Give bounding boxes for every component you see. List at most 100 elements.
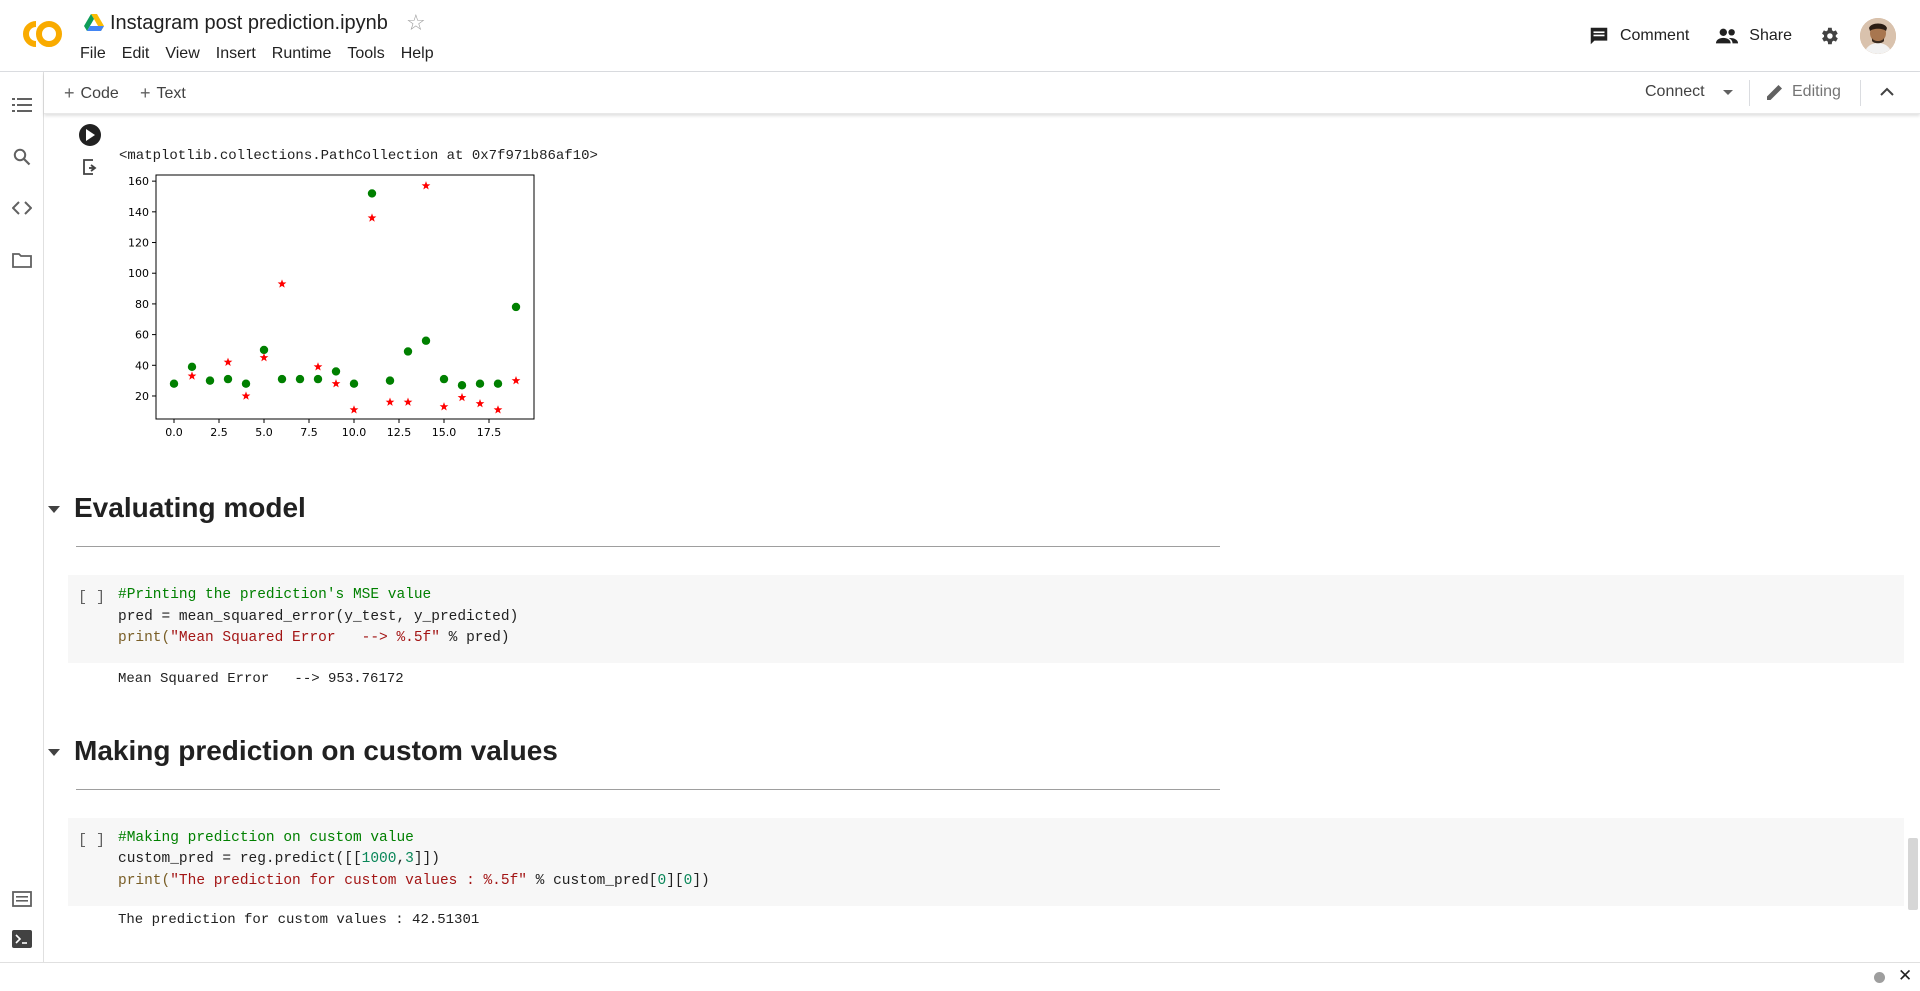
- menu-insert[interactable]: Insert: [208, 44, 264, 64]
- cell-output-text: Mean Squared Error --> 953.76172: [118, 671, 404, 687]
- settings-gear-icon[interactable]: [1818, 25, 1840, 47]
- chevron-up-icon[interactable]: [1876, 81, 1898, 108]
- section-making-prediction: Making prediction on custom values: [48, 735, 558, 767]
- section-heading: Evaluating model: [74, 492, 306, 523]
- comment-button[interactable]: Comment: [1588, 25, 1689, 47]
- y-tick-label: 140: [128, 206, 149, 219]
- code-comment: #Printing the prediction's MSE value: [118, 587, 432, 603]
- run-cell-bracket[interactable]: [ ]: [78, 832, 105, 849]
- scatter-point-series-1: [223, 374, 233, 384]
- status-indicator-dot: [1874, 972, 1885, 983]
- output-actions-icon[interactable]: [81, 157, 101, 177]
- cell-output-text: The prediction for custom values : 42.51…: [118, 912, 480, 928]
- menu-bar: File Edit View Insert Runtime Tools Help: [72, 44, 442, 64]
- scatter-point-series-1: [277, 374, 287, 384]
- chevron-down-icon[interactable]: [1722, 89, 1733, 95]
- code-cell-custom-prediction[interactable]: [ ] #Making prediction on custom value c…: [68, 818, 1904, 906]
- command-palette-icon[interactable]: [11, 888, 33, 910]
- run-cell-button[interactable]: [79, 124, 101, 146]
- bottom-status-bar: ✕: [0, 962, 1920, 991]
- collapse-section-icon[interactable]: [48, 748, 60, 756]
- scatter-plot: 0.0 2.5 5.0 7.5 10.0 12.5 15.0 17.5 20 40 60 80 100 1…: [128, 174, 535, 439]
- section-divider: [76, 546, 1220, 547]
- run-cell-bracket[interactable]: [ ]: [78, 589, 105, 606]
- pencil-icon: [1767, 85, 1782, 100]
- share-button[interactable]: Share: [1715, 26, 1792, 46]
- code-token: ]]): [413, 851, 440, 867]
- y-tick-label: 80: [135, 298, 149, 311]
- code-token: % custom_pred[: [526, 873, 658, 889]
- user-avatar[interactable]: [1860, 18, 1896, 54]
- add-text-label: Text: [156, 84, 186, 102]
- scatter-point-series-1: [367, 189, 377, 198]
- close-icon[interactable]: ✕: [1898, 966, 1912, 986]
- terminal-icon[interactable]: [11, 928, 33, 950]
- toolbar-divider: [1860, 80, 1861, 106]
- scatter-point-series-1: [475, 379, 485, 388]
- x-tick-label: 15.0: [432, 426, 457, 439]
- y-tick-label: 120: [128, 237, 149, 250]
- scatter-point-series-1: [421, 336, 431, 345]
- code-cell-mse[interactable]: [ ] #Printing the prediction's MSE value…: [68, 575, 1904, 663]
- menu-tools[interactable]: Tools: [339, 44, 392, 64]
- editing-mode-button[interactable]: Editing: [1766, 83, 1841, 101]
- section-evaluating-model: Evaluating model: [48, 492, 306, 524]
- menu-view[interactable]: View: [157, 44, 207, 64]
- comment-icon: [1590, 27, 1608, 45]
- code-number: 0: [657, 873, 667, 889]
- y-tick-label: 40: [135, 359, 149, 372]
- connect-label: Connect: [1645, 83, 1705, 100]
- code-string: "The prediction for custom values : %.5f…: [170, 873, 527, 889]
- plus-icon: +: [64, 83, 75, 103]
- scatter-point-series-1: [511, 302, 521, 312]
- star-icon[interactable]: ☆: [406, 12, 426, 34]
- x-tick-label: 5.0: [255, 426, 273, 439]
- scatter-point-series-1: [457, 381, 467, 390]
- scatter-point-series-1: [349, 379, 359, 388]
- x-tick-label: 10.0: [342, 426, 367, 439]
- colab-logo[interactable]: [14, 14, 64, 54]
- add-code-cell-button[interactable]: + Code: [64, 83, 119, 104]
- scatter-point-series-1: [295, 374, 305, 384]
- add-code-label: Code: [80, 84, 119, 102]
- section-divider: [76, 789, 1220, 790]
- menu-edit[interactable]: Edit: [114, 44, 158, 64]
- y-tick-label: 160: [128, 175, 149, 188]
- scatter-point-series-1: [205, 376, 215, 385]
- editing-label: Editing: [1792, 83, 1841, 100]
- notebook-toolbar: + Code + Text Connect Editing: [44, 72, 1920, 114]
- cell-output-repr: <matplotlib.collections.PathCollection a…: [119, 148, 598, 164]
- code-line: custom_pred = reg.predict([[1000,3]]): [118, 851, 440, 867]
- add-text-cell-button[interactable]: + Text: [140, 83, 186, 104]
- code-token: ,: [396, 851, 406, 867]
- y-tick-label: 60: [135, 329, 149, 342]
- left-sidebar: [0, 72, 44, 962]
- code-comment: #Making prediction on custom value: [118, 830, 414, 846]
- files-folder-icon[interactable]: [11, 249, 33, 271]
- scatter-point-series-1: [331, 367, 341, 376]
- collapse-section-icon[interactable]: [48, 505, 60, 513]
- play-icon: [86, 129, 95, 141]
- x-tick-label: 7.5: [300, 426, 318, 439]
- vertical-scrollbar[interactable]: [1908, 838, 1918, 910]
- code-number: 1000: [361, 851, 397, 867]
- share-label: Share: [1749, 27, 1792, 44]
- code-number: 3: [405, 851, 414, 867]
- menu-help[interactable]: Help: [393, 44, 442, 64]
- x-tick-label: 2.5: [210, 426, 228, 439]
- code-token: print(: [118, 630, 171, 646]
- notebook-title[interactable]: Instagram post prediction.ipynb: [110, 12, 388, 35]
- google-drive-icon[interactable]: [84, 14, 104, 32]
- people-icon: [1716, 28, 1739, 44]
- menu-file[interactable]: File: [72, 44, 114, 64]
- scatter-point-series-1: [439, 374, 449, 384]
- table-of-contents-icon[interactable]: [11, 94, 33, 116]
- code-snippets-icon[interactable]: [11, 197, 33, 219]
- plus-icon: +: [140, 83, 151, 103]
- scatter-point-series-1: [241, 379, 251, 388]
- y-tick-label: 100: [128, 267, 149, 280]
- comment-label: Comment: [1619, 27, 1690, 44]
- menu-runtime[interactable]: Runtime: [264, 44, 340, 64]
- connect-runtime-button[interactable]: Connect: [1645, 83, 1733, 101]
- search-icon[interactable]: [11, 146, 33, 168]
